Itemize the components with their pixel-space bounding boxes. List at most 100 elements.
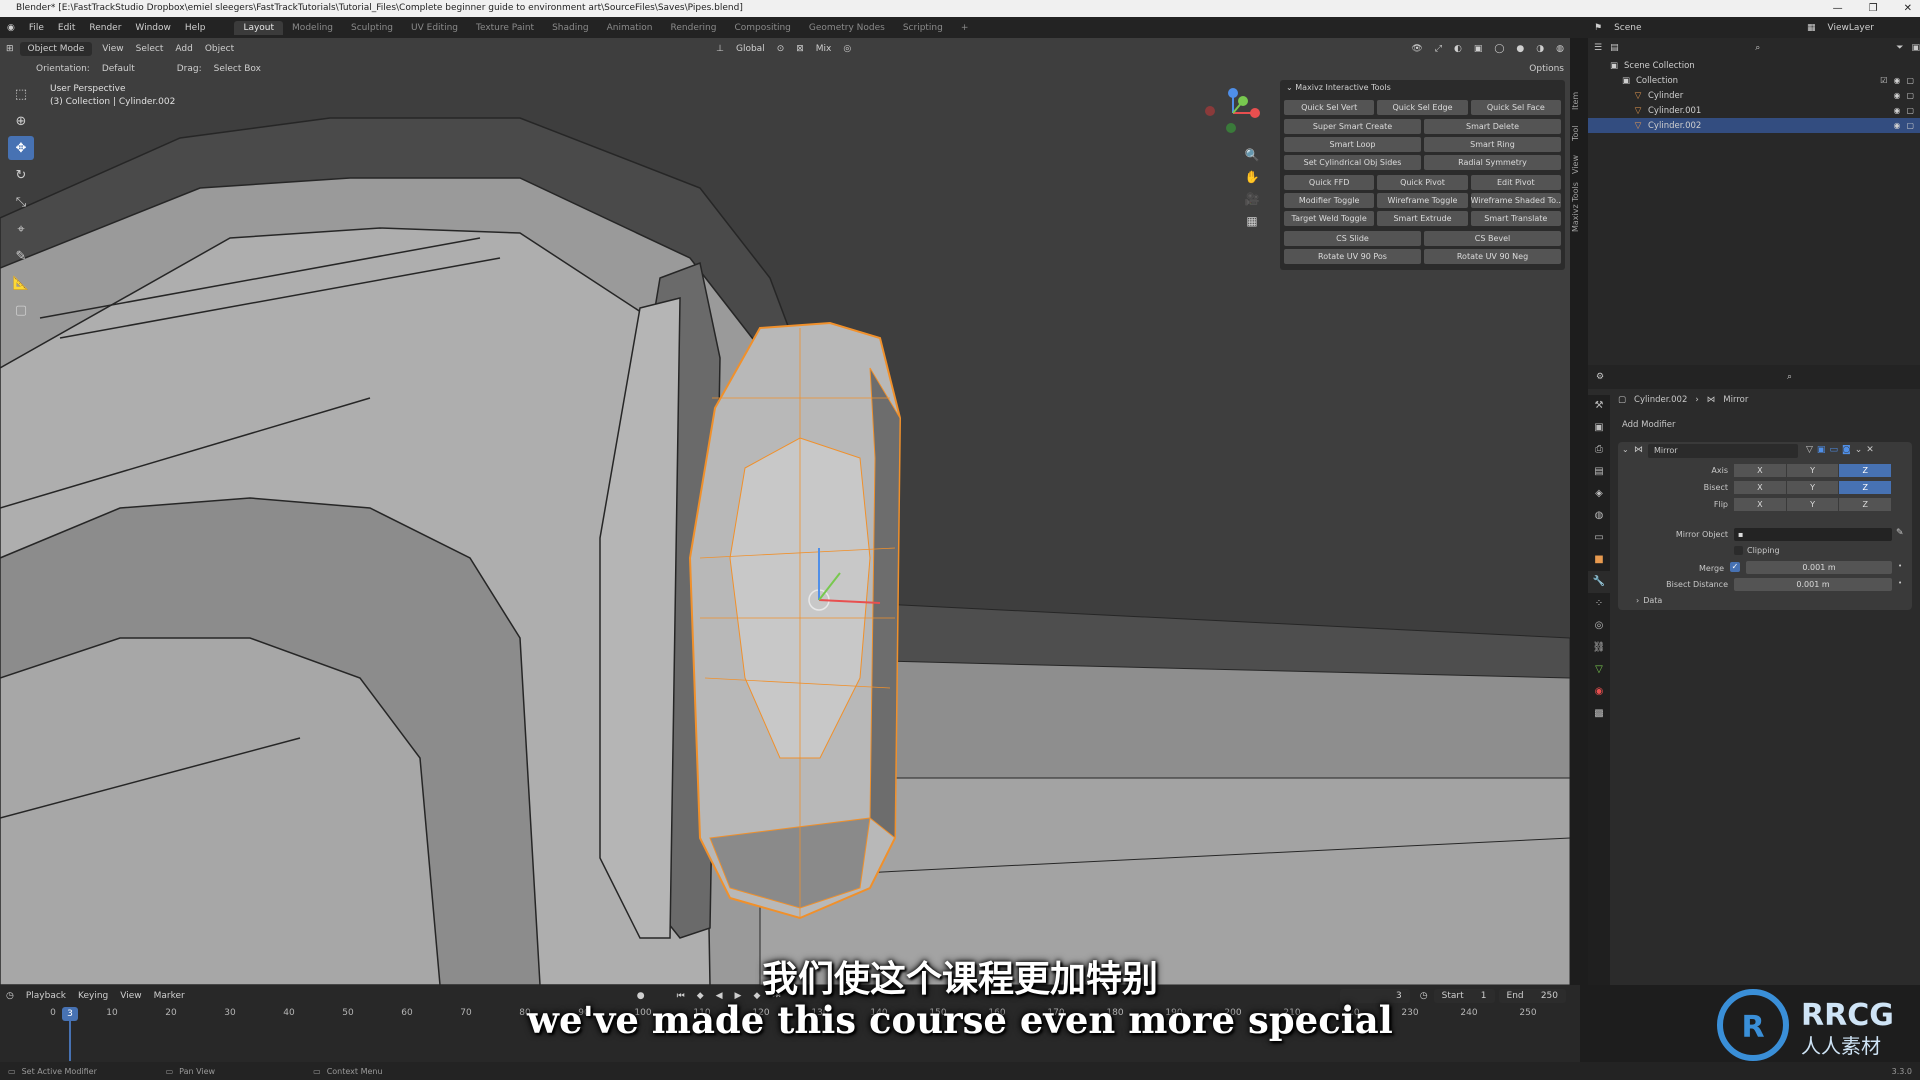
output-tab-icon[interactable]: ⎙ (1588, 439, 1610, 461)
orientation-dropdown[interactable]: Default (96, 62, 141, 76)
pivot-icon[interactable]: ⊙ (771, 42, 791, 56)
workspace-tab-sculpting[interactable]: Sculpting (342, 21, 402, 35)
radial-symmetry-button[interactable]: Radial Symmetry (1424, 155, 1561, 170)
axis-y-toggle[interactable]: Y (1786, 464, 1840, 477)
data-subpanel-header[interactable]: › Data (1636, 596, 1662, 605)
cs-slide-button[interactable]: CS Slide (1284, 231, 1421, 246)
edit-cage-icon[interactable]: ▽ (1806, 445, 1813, 455)
select-box-tool-icon[interactable]: ⬚ (8, 82, 34, 106)
visibility-eye-icon[interactable]: ◉ (1893, 106, 1900, 115)
merge-checkbox[interactable]: ✓ (1730, 562, 1740, 572)
scene-name[interactable]: Scene (1608, 21, 1647, 35)
render-tab-icon[interactable]: ▣ (1588, 417, 1610, 439)
snap-dropdown[interactable]: Mix (810, 42, 838, 56)
quick-ffd-button[interactable]: Quick FFD (1284, 175, 1375, 190)
smart-translate-button[interactable]: Smart Translate (1470, 211, 1561, 226)
maximize-button[interactable]: ❐ (1869, 0, 1878, 17)
quick-sel-edge-button[interactable]: Quick Sel Edge (1377, 100, 1468, 115)
mode-dropdown[interactable]: Object Mode (19, 42, 93, 56)
physics-tab-icon[interactable]: ◎ (1588, 615, 1610, 637)
menu-render[interactable]: Render (82, 23, 128, 33)
keyframe-dot-icon[interactable]: • (1898, 579, 1902, 587)
view-layer-name[interactable]: ViewLayer (1822, 21, 1880, 35)
drag-dropdown[interactable]: Select Box (208, 62, 267, 76)
blender-logo-icon[interactable]: ◉ (0, 23, 22, 33)
outliner-row-cylinder-002[interactable]: ▽ Cylinder.002 ◉ ▢ (1588, 118, 1920, 133)
cursor-tool-icon[interactable]: ⊕ (8, 109, 34, 133)
overlay-toggle-icon[interactable]: ◐ (1448, 42, 1468, 56)
pan-hand-icon[interactable]: ✋ (1244, 170, 1260, 192)
selected-object-cylinder-002[interactable] (688, 321, 902, 920)
eyedropper-icon[interactable]: ✎ (1896, 528, 1904, 538)
bisect-z-toggle[interactable]: Z (1839, 481, 1893, 494)
transform-tool-icon[interactable]: ⌖ (8, 217, 34, 241)
editmode-toggle-icon[interactable]: ▣ (1817, 445, 1826, 455)
workspace-tab-texture-paint[interactable]: Texture Paint (467, 21, 543, 35)
menu-edit[interactable]: Edit (51, 23, 82, 33)
annotate-tool-icon[interactable]: ✎ (8, 244, 34, 268)
target-weld-toggle-button[interactable]: Target Weld Toggle (1284, 211, 1375, 226)
wireframe-toggle-button[interactable]: Wireframe Toggle (1377, 193, 1468, 208)
options-dropdown[interactable]: Options (1523, 62, 1570, 76)
exclude-checkbox-icon[interactable]: ☑ (1880, 76, 1887, 85)
menu-help[interactable]: Help (178, 23, 213, 33)
axis-x-toggle[interactable]: X (1734, 464, 1787, 477)
scene-tab-icon[interactable]: ◈ (1588, 483, 1610, 505)
workspace-tab-layout[interactable]: Layout (234, 20, 284, 35)
flip-z-toggle[interactable]: Z (1839, 498, 1893, 511)
set-cylindrical-obj-sides-button[interactable]: Set Cylindrical Obj Sides (1284, 155, 1421, 170)
workspace-tab-modeling[interactable]: Modeling (283, 21, 342, 35)
keyframe-dot-icon[interactable]: • (1898, 562, 1902, 570)
sidebar-tab-item[interactable]: Item (1571, 86, 1583, 116)
workspace-tab-animation[interactable]: Animation (598, 21, 662, 35)
editor-type-icon[interactable]: ⊞ (0, 42, 20, 56)
modifier-toggle-button[interactable]: Modifier Toggle (1284, 193, 1375, 208)
smart-delete-button[interactable]: Smart Delete (1424, 119, 1561, 134)
rotate-uv-90-neg-button[interactable]: Rotate UV 90 Neg (1424, 249, 1561, 264)
viewport-toggle-icon[interactable]: ▭ (1829, 445, 1838, 455)
shading-wireframe-icon[interactable]: ◯ (1488, 42, 1510, 56)
wireframe-shaded-toggle-button[interactable]: Wireframe Shaded To.. (1470, 193, 1561, 208)
scene-icon[interactable]: ⚑ (1588, 21, 1608, 35)
collection-tab-icon[interactable]: ▭ (1588, 527, 1610, 549)
workspace-tab-uv-editing[interactable]: UV Editing (402, 21, 467, 35)
viewport-menu-select[interactable]: Select (130, 42, 170, 56)
edit-pivot-button[interactable]: Edit Pivot (1470, 175, 1561, 190)
xray-toggle-icon[interactable]: ▣ (1468, 42, 1489, 56)
render-camera-icon[interactable]: ▢ (1906, 76, 1914, 85)
render-camera-icon[interactable]: ▢ (1906, 121, 1914, 130)
gizmo-toggle-icon[interactable]: ⤢ (1429, 42, 1448, 56)
snap-icon[interactable]: ⊠ (790, 42, 810, 56)
shading-solid-icon[interactable]: ● (1510, 42, 1530, 56)
clipping-checkbox[interactable] (1734, 546, 1743, 555)
workspace-tab-shading[interactable]: Shading (543, 21, 598, 35)
viewport-menu-object[interactable]: Object (199, 42, 240, 56)
viewport-menu-add[interactable]: Add (169, 42, 198, 56)
quick-sel-face-button[interactable]: Quick Sel Face (1470, 100, 1561, 115)
render-camera-icon[interactable]: ▢ (1906, 91, 1914, 100)
quick-pivot-button[interactable]: Quick Pivot (1377, 175, 1468, 190)
camera-view-icon[interactable]: 🎥 (1244, 192, 1260, 214)
properties-search-icon[interactable]: ⌕ (1787, 372, 1792, 382)
quick-sel-vert-button[interactable]: Quick Sel Vert (1284, 100, 1375, 115)
properties-editor-icon[interactable]: ⚙ (1596, 372, 1604, 382)
outliner-filter-icon[interactable]: ⏷ (1896, 43, 1903, 53)
new-collection-icon[interactable]: ▣ (1911, 43, 1920, 53)
sidebar-tab-tool[interactable]: Tool (1571, 118, 1583, 148)
object-tab-icon[interactable]: ■ (1588, 549, 1610, 571)
navigation-gizmo[interactable] (1198, 85, 1268, 145)
outliner-row-scene-collection[interactable]: ▣ Scene Collection (1588, 58, 1920, 73)
particles-tab-icon[interactable]: ⁘ (1588, 593, 1610, 615)
add-cube-tool-icon[interactable]: ▢ (8, 298, 34, 322)
modifier-tab-icon[interactable]: 🔧 (1588, 571, 1610, 593)
bisect-x-toggle[interactable]: X (1734, 481, 1787, 494)
bisect-distance-field[interactable]: 0.001 m (1734, 578, 1892, 591)
bisect-y-toggle[interactable]: Y (1786, 481, 1840, 494)
visibility-icon[interactable]: 👁 (1405, 42, 1428, 56)
close-button[interactable]: ✕ (1904, 0, 1912, 17)
cs-bevel-button[interactable]: CS Bevel (1424, 231, 1561, 246)
collapse-chevron-icon[interactable]: ⌄ (1622, 445, 1629, 454)
view-layer-icon[interactable]: ▦ (1801, 21, 1822, 35)
shading-rendered-icon[interactable]: ◍ (1550, 42, 1570, 56)
shading-material-icon[interactable]: ◑ (1530, 42, 1550, 56)
